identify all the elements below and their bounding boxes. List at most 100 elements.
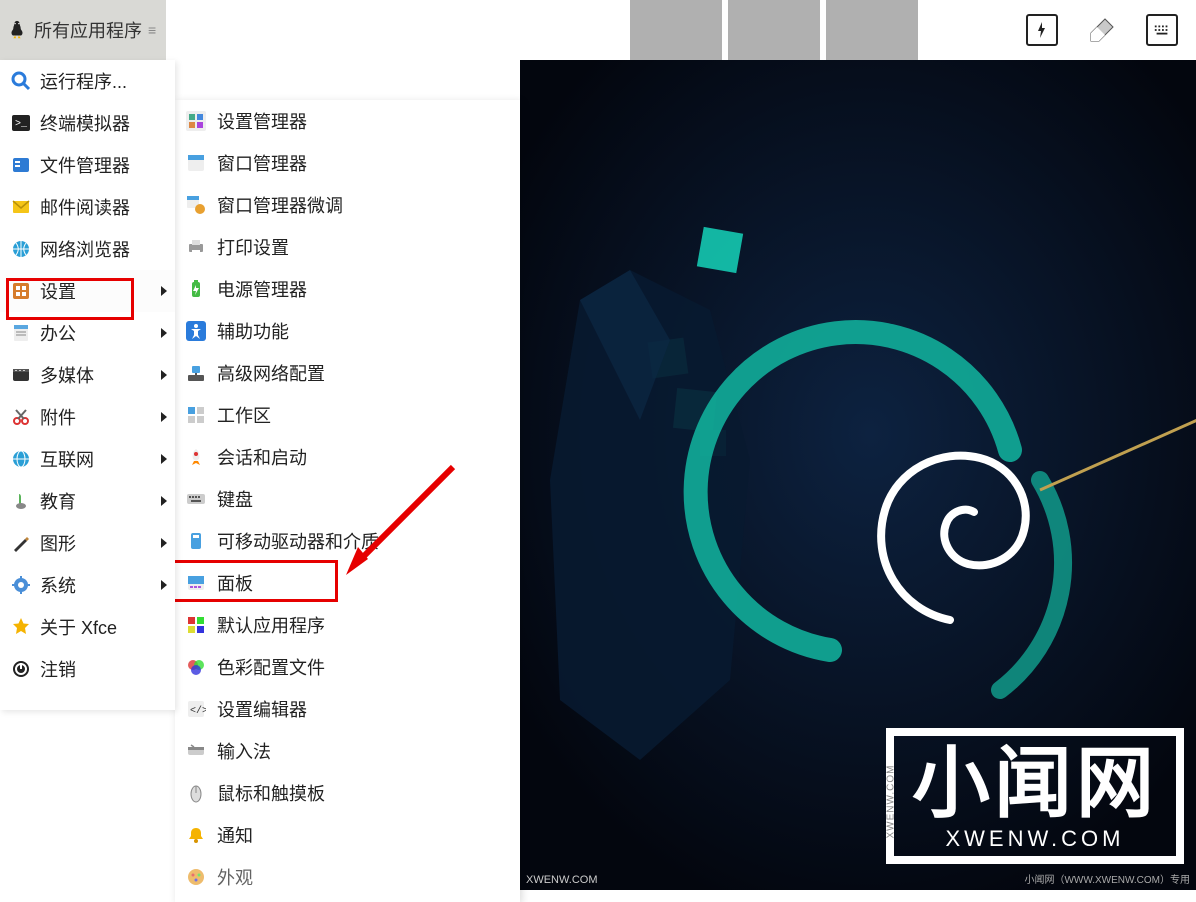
chevron-right-icon (161, 496, 167, 506)
search-icon (10, 70, 32, 92)
menu-item-internet[interactable]: 互联网 (0, 438, 175, 480)
submenu-item-settings-manager[interactable]: 设置管理器 (175, 100, 520, 142)
svg-text:>_: >_ (15, 119, 28, 130)
workspace-icon (185, 404, 207, 426)
settings-mgr-icon (185, 110, 207, 132)
submenu-item-print[interactable]: 打印设置 (175, 226, 520, 268)
menu-item-logout[interactable]: 注销 (0, 648, 175, 690)
submenu-item-label: 鼠标和触摸板 (217, 780, 325, 806)
submenu-item-appearance[interactable]: 外观 (175, 856, 520, 898)
submenu-item-wm-tweaks[interactable]: 窗口管理器微调 (175, 184, 520, 226)
submenu-item-notifications[interactable]: 通知 (175, 814, 520, 856)
internet-icon (10, 448, 32, 470)
files-icon (10, 154, 32, 176)
eraser-icon[interactable] (1086, 14, 1118, 46)
taskbar-window-slot[interactable] (826, 0, 918, 60)
menu-item-files[interactable]: 文件管理器 (0, 144, 175, 186)
submenu-item-window-manager[interactable]: 窗口管理器 (175, 142, 520, 184)
rocket-icon (185, 446, 207, 468)
mail-icon (10, 196, 32, 218)
menu-item-label: 多媒体 (40, 362, 94, 388)
mouse-icon (185, 782, 207, 804)
submenu-item-label: 设置编辑器 (217, 696, 307, 722)
taskbar-window-slot[interactable] (630, 0, 722, 60)
system-icon (10, 574, 32, 596)
submenu-item-label: 默认应用程序 (217, 612, 325, 638)
menu-item-terminal[interactable]: >_ 终端模拟器 (0, 102, 175, 144)
menu-item-browser[interactable]: 网络浏览器 (0, 228, 175, 270)
menu-item-label: 设置 (40, 278, 76, 304)
printer-icon (185, 236, 207, 258)
submenu-item-network[interactable]: 高级网络配置 (175, 352, 520, 394)
submenu-item-power[interactable]: 电源管理器 (175, 268, 520, 310)
accessibility-icon (185, 320, 207, 342)
menu-indicator-icon: ≡ (148, 22, 156, 38)
menu-item-run[interactable]: 运行程序... (0, 60, 175, 102)
panel-icon (185, 572, 207, 594)
menu-item-label: 互联网 (40, 446, 94, 472)
taskbar (630, 0, 918, 60)
menu-item-education[interactable]: 教育 (0, 480, 175, 522)
applications-menu-label: 所有应用程序 (34, 17, 142, 43)
chevron-right-icon (161, 370, 167, 380)
chevron-right-icon (161, 286, 167, 296)
wm-icon (185, 152, 207, 174)
submenu-item-label: 工作区 (217, 402, 271, 428)
system-tray (1026, 0, 1188, 60)
menu-item-label: 邮件阅读器 (40, 194, 130, 220)
submenu-item-workspace[interactable]: 工作区 (175, 394, 520, 436)
default-apps-icon (185, 614, 207, 636)
submenu-item-settings-editor[interactable]: </> 设置编辑器 (175, 688, 520, 730)
keyboard-icon[interactable] (1146, 14, 1178, 46)
submenu-item-label: 打印设置 (217, 234, 289, 260)
battery-icon[interactable] (1026, 14, 1058, 46)
submenu-item-input-method[interactable]: 输入法 (175, 730, 520, 772)
menu-item-graphics[interactable]: 图形 (0, 522, 175, 564)
chevron-right-icon (161, 538, 167, 548)
menu-item-mail[interactable]: 邮件阅读器 (0, 186, 175, 228)
applications-menu-button[interactable]: 所有应用程序 ≡ (0, 0, 166, 60)
settings-icon (10, 280, 32, 302)
submenu-item-mouse[interactable]: 鼠标和触摸板 (175, 772, 520, 814)
menu-item-label: 网络浏览器 (40, 236, 130, 262)
chevron-right-icon (161, 580, 167, 590)
applications-menu: 运行程序... >_ 终端模拟器 文件管理器 邮件阅读器 网络浏览器 设置 办公… (0, 60, 175, 710)
keyboard-icon (185, 488, 207, 510)
menu-item-settings[interactable]: 设置 (0, 270, 175, 312)
menu-item-label: 终端模拟器 (40, 110, 130, 136)
menu-item-label: 关于 Xfce (40, 614, 117, 640)
menu-item-label: 运行程序... (40, 68, 127, 94)
svg-text:</>: </> (190, 705, 206, 717)
menu-item-label: 系统 (40, 572, 76, 598)
submenu-item-session[interactable]: 会话和启动 (175, 436, 520, 478)
network-icon (185, 362, 207, 384)
submenu-item-panel[interactable]: 面板 (175, 562, 520, 604)
submenu-item-color[interactable]: 色彩配置文件 (175, 646, 520, 688)
input-method-icon (185, 740, 207, 762)
star-icon (10, 616, 32, 638)
menu-item-about-xfce[interactable]: 关于 Xfce (0, 606, 175, 648)
watermark-note: 小闻网（WWW.XWENW.COM）专用 (1024, 871, 1190, 886)
terminal-icon: >_ (10, 112, 32, 134)
tux-icon (6, 19, 28, 41)
menu-item-system[interactable]: 系统 (0, 564, 175, 606)
menu-item-label: 图形 (40, 530, 76, 556)
submenu-item-label: 电源管理器 (217, 276, 307, 302)
graphics-icon (10, 532, 32, 554)
submenu-item-label: 色彩配置文件 (217, 654, 325, 680)
education-icon (10, 490, 32, 512)
appearance-icon (185, 866, 207, 888)
submenu-item-keyboard[interactable]: 键盘 (175, 478, 520, 520)
submenu-item-removable[interactable]: 可移动驱动器和介质 (175, 520, 520, 562)
taskbar-window-slot[interactable] (728, 0, 820, 60)
scissors-icon (10, 406, 32, 428)
submenu-item-accessibility[interactable]: 辅助功能 (175, 310, 520, 352)
submenu-item-label: 输入法 (217, 738, 271, 764)
menu-item-accessories[interactable]: 附件 (0, 396, 175, 438)
submenu-item-default-apps[interactable]: 默认应用程序 (175, 604, 520, 646)
submenu-item-label: 设置管理器 (217, 108, 307, 134)
menu-item-label: 注销 (40, 656, 76, 682)
submenu-item-label: 通知 (217, 822, 253, 848)
menu-item-office[interactable]: 办公 (0, 312, 175, 354)
menu-item-multimedia[interactable]: 多媒体 (0, 354, 175, 396)
